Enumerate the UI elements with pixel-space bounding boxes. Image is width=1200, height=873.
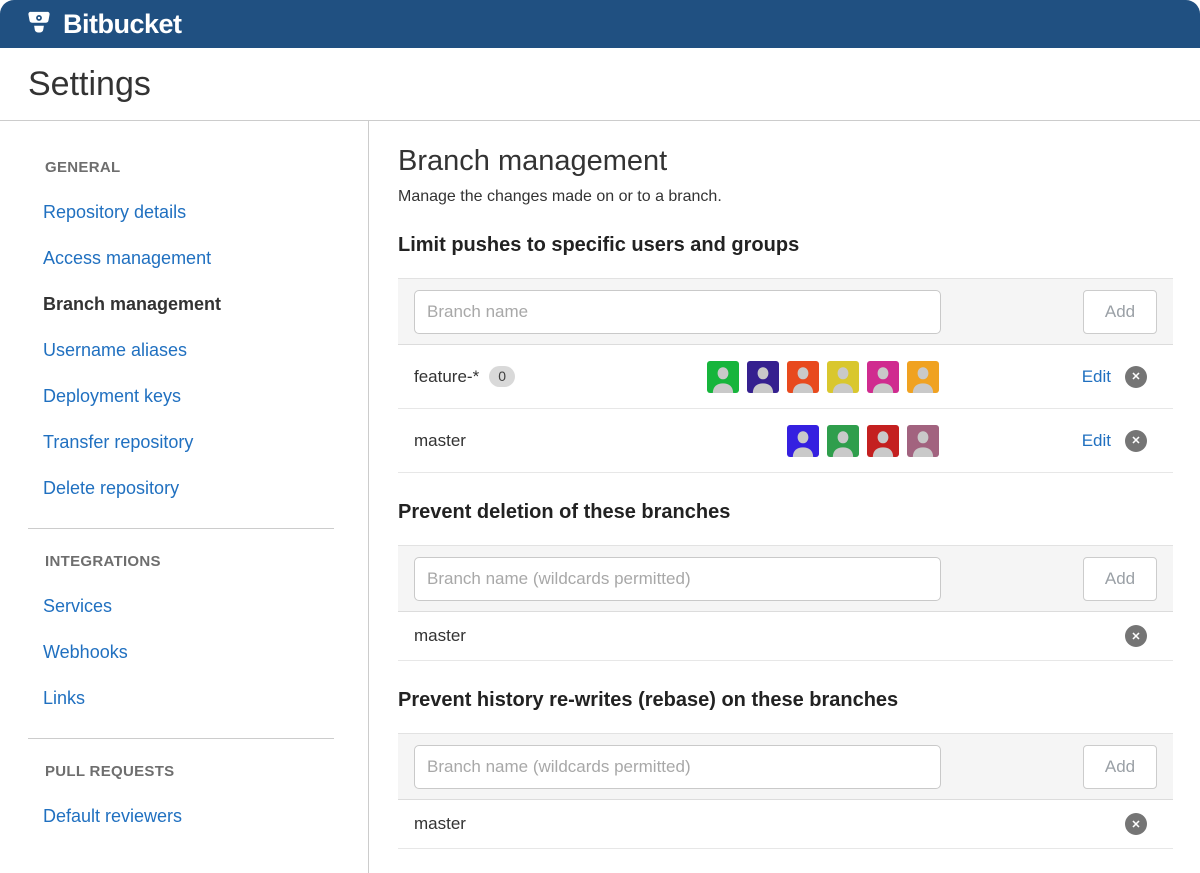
sidebar-divider xyxy=(28,738,334,739)
sidebar-divider xyxy=(28,528,334,529)
sidebar-item-repository-details[interactable]: Repository details xyxy=(43,203,368,222)
branch-name-input[interactable] xyxy=(414,557,941,601)
remove-button[interactable]: ✕ xyxy=(1125,813,1147,835)
close-icon: ✕ xyxy=(1131,434,1140,447)
add-button[interactable]: Add xyxy=(1083,557,1157,601)
main-sections: Limit pushes to specific users and group… xyxy=(398,234,1173,849)
sidebar-item-transfer-repository[interactable]: Transfer repository xyxy=(43,433,368,452)
sidebar-section-heading-general: GENERAL xyxy=(45,159,368,176)
remove-button[interactable]: ✕ xyxy=(1125,430,1147,452)
top-nav-bar: Bitbucket xyxy=(0,0,1200,48)
user-avatar xyxy=(747,361,779,393)
user-count-badge: 0 xyxy=(489,366,515,387)
branch-name-input[interactable] xyxy=(414,745,941,789)
body-layout: GENERAL Repository details Access manageme… xyxy=(0,121,1200,873)
edit-button[interactable]: Edit xyxy=(1082,431,1111,451)
add-button[interactable]: Add xyxy=(1083,290,1157,334)
bitbucket-logo[interactable]: Bitbucket xyxy=(24,9,182,40)
sidebar-item-deployment-keys[interactable]: Deployment keys xyxy=(43,387,368,406)
branch-name-label: master xyxy=(414,431,466,451)
sidebar-section-heading-pull-requests: PULL REQUESTS xyxy=(45,763,368,780)
user-avatar xyxy=(787,361,819,393)
user-avatar xyxy=(787,425,819,457)
sidebar-item-username-aliases[interactable]: Username aliases xyxy=(43,341,368,360)
branch-add-form: Add xyxy=(398,545,1173,612)
user-avatar xyxy=(907,361,939,393)
sidebar-item-links[interactable]: Links xyxy=(43,689,368,708)
sidebar: GENERAL Repository details Access manageme… xyxy=(0,121,369,873)
close-icon: ✕ xyxy=(1131,818,1140,831)
sidebar-item-branch-management[interactable]: Branch management xyxy=(43,295,368,314)
branch-add-form: Add xyxy=(398,278,1173,345)
section-heading-limit-pushes-to-specific-users-and-groups: Limit pushes to specific users and group… xyxy=(398,234,1173,257)
sidebar-item-services[interactable]: Services xyxy=(43,597,368,616)
close-icon: ✕ xyxy=(1131,630,1140,643)
user-avatar xyxy=(707,361,739,393)
row-actions: ✕ xyxy=(1078,813,1147,835)
main-subtitle: Manage the changes made on or to a branc… xyxy=(398,188,1173,206)
sidebar-item-delete-repository[interactable]: Delete repository xyxy=(43,479,368,498)
branch-rule-row: master ✕ xyxy=(398,800,1173,849)
bucket-icon xyxy=(24,9,54,39)
user-avatar xyxy=(827,425,859,457)
sidebar-section-heading-integrations: INTEGRATIONS xyxy=(45,553,368,570)
close-icon: ✕ xyxy=(1131,370,1140,383)
row-actions: Edit ✕ xyxy=(1078,366,1147,388)
remove-button[interactable]: ✕ xyxy=(1125,366,1147,388)
branch-add-form: Add xyxy=(398,733,1173,800)
section-heading-prevent-history-re-writes-rebase-on-these-branches: Prevent history re-writes (rebase) on th… xyxy=(398,689,1173,712)
brand-wordmark: Bitbucket xyxy=(63,9,182,40)
page: Bitbucket Settings GENERAL Repository det… xyxy=(0,0,1200,873)
user-avatar xyxy=(867,361,899,393)
edit-button[interactable]: Edit xyxy=(1082,367,1111,387)
user-avatar xyxy=(907,425,939,457)
sidebar-item-default-reviewers[interactable]: Default reviewers xyxy=(43,807,368,826)
page-title: Settings xyxy=(28,65,151,104)
branch-name-label: feature-* xyxy=(414,367,479,387)
avatar-group xyxy=(787,425,939,457)
branch-rule-row: master ✕ xyxy=(398,612,1173,661)
user-avatar xyxy=(827,361,859,393)
add-button[interactable]: Add xyxy=(1083,745,1157,789)
branch-rule-row: feature-* 0 Edit ✕ xyxy=(398,345,1173,409)
branch-name-input[interactable] xyxy=(414,290,941,334)
page-header: Settings xyxy=(0,48,1200,121)
row-actions: ✕ xyxy=(1078,625,1147,647)
sidebar-item-webhooks[interactable]: Webhooks xyxy=(43,643,368,662)
row-actions: Edit ✕ xyxy=(1078,430,1147,452)
main-content: Branch management Manage the changes mad… xyxy=(369,121,1200,873)
sidebar-item-access-management[interactable]: Access management xyxy=(43,249,368,268)
main-title: Branch management xyxy=(398,145,1173,178)
branch-name-label: master xyxy=(414,626,466,646)
section-heading-prevent-deletion-of-these-branches: Prevent deletion of these branches xyxy=(398,501,1173,524)
remove-button[interactable]: ✕ xyxy=(1125,625,1147,647)
branch-rule-row: master Edit ✕ xyxy=(398,409,1173,473)
user-avatar xyxy=(867,425,899,457)
avatar-group xyxy=(707,361,939,393)
branch-name-label: master xyxy=(414,814,466,834)
